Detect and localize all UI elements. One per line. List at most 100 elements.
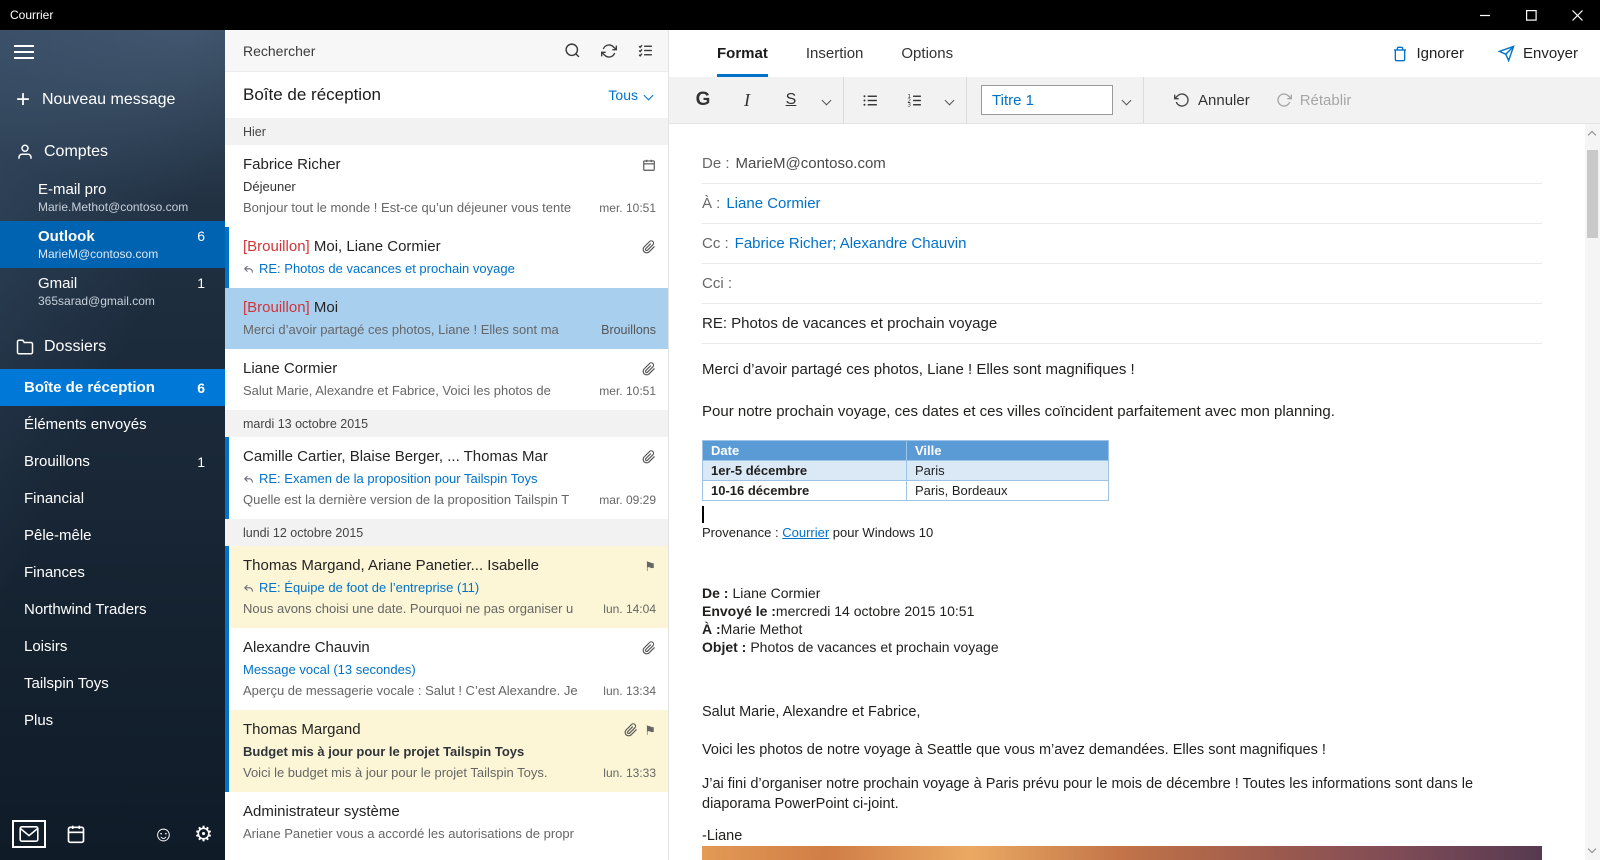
scrollbar[interactable] bbox=[1585, 124, 1600, 860]
trip-table[interactable]: Date Ville 1er-5 décembre Paris 10-16 dé… bbox=[702, 440, 1109, 501]
message-date: lun. 13:33 bbox=[603, 766, 656, 780]
font-options-button[interactable] bbox=[813, 77, 839, 123]
message-item[interactable]: Thomas Margand, Ariane Panetier... Isabe… bbox=[225, 546, 668, 628]
folder-item-more[interactable]: Plus bbox=[0, 702, 225, 739]
folders-header[interactable]: Dossiers bbox=[0, 325, 225, 369]
from-label: De : bbox=[702, 155, 730, 172]
sync-icon[interactable] bbox=[601, 43, 617, 59]
scrollbar-thumb[interactable] bbox=[1587, 150, 1598, 238]
send-label: Envoyer bbox=[1522, 45, 1578, 62]
scroll-down-icon[interactable] bbox=[1587, 844, 1597, 854]
subject-value: RE: Photos de vacances et prochain voyag… bbox=[702, 315, 998, 332]
redo-button[interactable]: Rétablir bbox=[1276, 92, 1351, 109]
message-item[interactable]: Thomas Margand ⚑ Budget mis à jour pour … bbox=[225, 710, 668, 792]
accounts-header[interactable]: Comptes bbox=[0, 130, 225, 174]
cc-field[interactable]: Cc : Fabrice Richer; Alexandre Chauvin bbox=[702, 224, 1542, 264]
style-name: Titre 1 bbox=[992, 91, 1034, 109]
hamburger-menu-button[interactable] bbox=[14, 41, 36, 63]
account-item-gmail[interactable]: Gmail 1 365sarad@gmail.com bbox=[0, 268, 225, 315]
message-sender: Fabrice Richer bbox=[243, 156, 341, 173]
redo-icon bbox=[1277, 93, 1292, 107]
maximize-icon bbox=[1525, 9, 1537, 21]
undo-button[interactable]: Annuler bbox=[1174, 92, 1250, 109]
bold-button[interactable]: G bbox=[681, 77, 725, 123]
calendar-nav-button[interactable] bbox=[66, 824, 86, 844]
bullet-list-button[interactable] bbox=[848, 77, 892, 123]
folder-item-sent[interactable]: Éléments envoyés bbox=[0, 406, 225, 443]
cc-value: Fabrice Richer; Alexandre Chauvin bbox=[734, 235, 967, 252]
close-button[interactable] bbox=[1554, 0, 1600, 30]
maximize-button[interactable] bbox=[1508, 0, 1554, 30]
folder-badge: 1 bbox=[197, 453, 205, 470]
minimize-button[interactable] bbox=[1462, 0, 1508, 30]
folder-item-clutter[interactable]: Pêle-mêle bbox=[0, 517, 225, 554]
settings-nav-button[interactable]: ⚙ bbox=[194, 824, 213, 845]
message-subject: Message vocal (13 secondes) bbox=[243, 662, 416, 677]
style-dropdown-button[interactable] bbox=[1113, 77, 1139, 123]
message-date: lun. 14:04 bbox=[603, 602, 656, 616]
paperclip-icon bbox=[624, 723, 638, 737]
message-item[interactable]: Liane Cormier Salut Marie, Alexandre et … bbox=[225, 349, 668, 410]
message-date: lun. 13:34 bbox=[603, 684, 656, 698]
message-body[interactable]: Merci d’avoir partagé ces photos, Liane … bbox=[702, 360, 1542, 844]
quoted-signature: -Liane bbox=[702, 828, 743, 844]
mail-app-window: Courrier + Nouveau message Comptes E-mai… bbox=[0, 0, 1600, 860]
style-picker[interactable]: Titre 1 bbox=[981, 85, 1113, 115]
scroll-up-icon[interactable] bbox=[1587, 130, 1597, 140]
bullet-list-icon bbox=[862, 94, 877, 106]
emoji-nav-button[interactable]: ☺ bbox=[153, 824, 174, 845]
folder-item-financial[interactable]: Financial bbox=[0, 480, 225, 517]
tab-insertion[interactable]: Insertion bbox=[806, 30, 864, 77]
signature-line: Provenance : Courrier pour Windows 10 bbox=[702, 525, 934, 540]
ribbon-tabs-row: Format Insertion Options Ignorer Envoyer bbox=[669, 30, 1600, 77]
message-item[interactable]: Camille Cartier, Blaise Berger, ... Thom… bbox=[225, 437, 668, 519]
message-item[interactable]: Alexandre Chauvin Message vocal (13 seco… bbox=[225, 628, 668, 710]
tab-format[interactable]: Format bbox=[717, 30, 768, 77]
search-bar[interactable]: Rechercher bbox=[225, 30, 668, 72]
list-options-button[interactable] bbox=[936, 77, 962, 123]
message-item-selected[interactable]: [Brouillon] Moi Merci d’avoir partagé ce… bbox=[225, 288, 668, 349]
undo-icon bbox=[1174, 93, 1189, 107]
numbered-list-button[interactable]: 123 bbox=[892, 77, 936, 123]
folder-item-tailspin[interactable]: Tailspin Toys bbox=[0, 665, 225, 702]
discard-button[interactable]: Ignorer bbox=[1392, 45, 1464, 62]
bcc-field[interactable]: Cci : bbox=[702, 264, 1542, 304]
underline-button[interactable]: S bbox=[769, 77, 813, 123]
account-item-email-pro[interactable]: E-mail pro Marie.Methot@contoso.com bbox=[0, 174, 225, 221]
account-item-outlook[interactable]: Outlook 6 MarieM@contoso.com bbox=[0, 221, 225, 268]
folder-item-loisirs[interactable]: Loisirs bbox=[0, 628, 225, 665]
folder-item-inbox[interactable]: Boîte de réception 6 bbox=[0, 369, 225, 406]
italic-button[interactable]: I bbox=[725, 77, 769, 123]
meeting-calendar-icon bbox=[642, 158, 656, 172]
courrier-link[interactable]: Courrier bbox=[782, 525, 829, 540]
chevron-down-icon bbox=[821, 95, 831, 105]
folder-item-northwind[interactable]: Northwind Traders bbox=[0, 591, 225, 628]
mail-nav-button[interactable] bbox=[12, 820, 46, 848]
from-field[interactable]: De : MarieM@contoso.com bbox=[702, 144, 1542, 184]
select-messages-icon[interactable] bbox=[637, 42, 654, 59]
folder-name: Boîte de réception bbox=[24, 379, 155, 396]
folder-item-finances[interactable]: Finances bbox=[0, 554, 225, 591]
message-item[interactable]: [Brouillon] Moi, Liane Cormier RE: Photo… bbox=[225, 227, 668, 288]
tab-options[interactable]: Options bbox=[901, 30, 953, 77]
message-subject: RE: Photos de vacances et prochain voyag… bbox=[259, 261, 515, 276]
folder-icon bbox=[16, 338, 44, 356]
folder-item-drafts[interactable]: Brouillons 1 bbox=[0, 443, 225, 480]
toolbar-divider bbox=[843, 77, 844, 123]
to-field[interactable]: À : Liane Cormier bbox=[702, 184, 1542, 224]
message-preview: Bonjour tout le monde ! Est-ce qu’un déj… bbox=[243, 200, 572, 215]
chevron-down-icon bbox=[1121, 95, 1131, 105]
new-message-button[interactable]: + Nouveau message bbox=[0, 78, 225, 122]
search-icon[interactable] bbox=[564, 42, 581, 59]
send-button[interactable]: Envoyer bbox=[1497, 45, 1578, 62]
account-email: Marie.Methot@contoso.com bbox=[38, 200, 189, 214]
message-item[interactable]: Administrateur système Ariane Panetier v… bbox=[225, 792, 668, 853]
message-item[interactable]: Fabrice Richer Déjeuner Bonjour tout le … bbox=[225, 145, 668, 227]
accounts-header-label: Comptes bbox=[44, 143, 109, 160]
message-preview: Quelle est la dernière version de la pro… bbox=[243, 492, 570, 507]
folder-name: Northwind Traders bbox=[24, 601, 147, 618]
list-header: Boîte de réception Tous bbox=[225, 72, 668, 118]
send-icon bbox=[1497, 45, 1515, 62]
subject-field[interactable]: RE: Photos de vacances et prochain voyag… bbox=[702, 304, 1542, 344]
filter-dropdown[interactable]: Tous bbox=[608, 87, 654, 103]
